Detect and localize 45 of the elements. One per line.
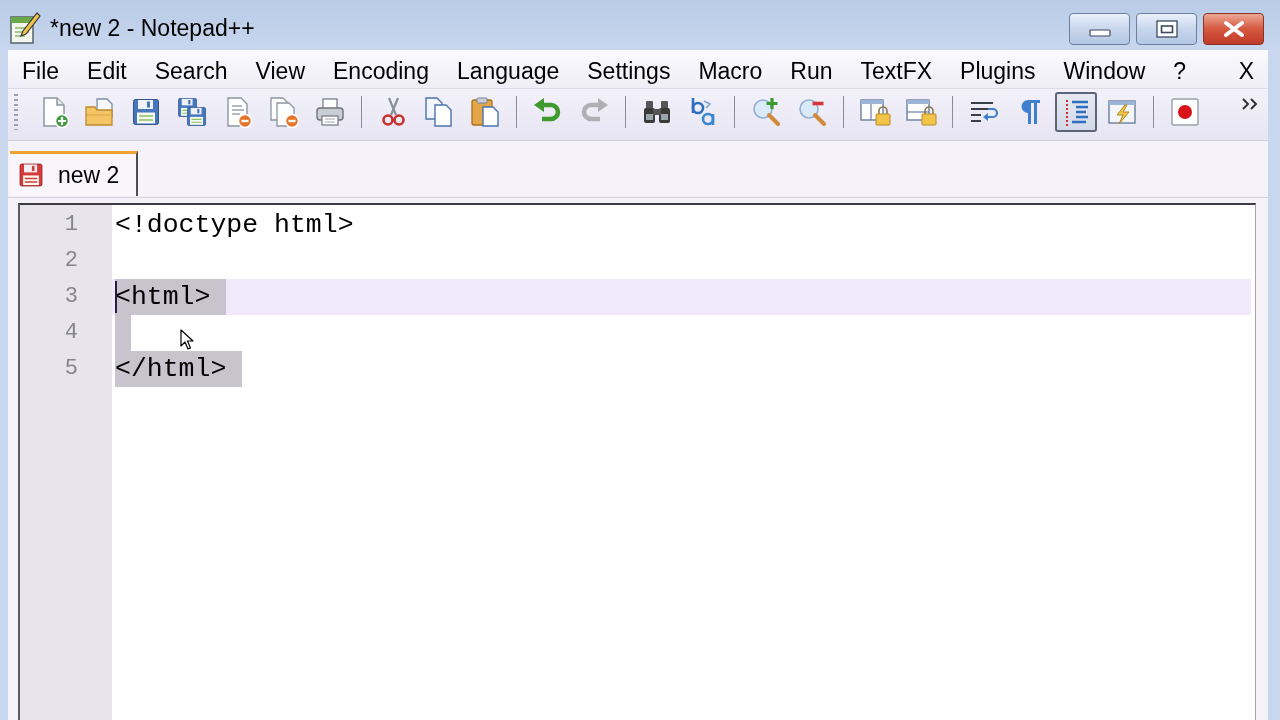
window-title: *new 2 - Notepad++ [50,14,255,42]
close-icon [1222,20,1245,38]
text-cursor-icon [115,281,117,313]
line-number: 4 [63,319,79,347]
menu-item[interactable]: Search [140,56,242,86]
code-text: </html> [115,351,243,387]
line-number: 2 [63,247,79,275]
mouse-pointer-icon [180,329,195,350]
maximize-icon [1155,20,1178,38]
menu-item[interactable]: TextFX [846,56,947,86]
line-number: 1 [63,211,79,239]
menu-item[interactable]: Macro [684,56,777,86]
text-editor[interactable]: 1 2 3 4 5 <!doctype html> <html> </html> [18,203,1256,720]
floppy-disks-icon [176,95,208,128]
close-button[interactable] [1203,13,1264,45]
zoom-in-icon [750,95,782,128]
menu-item[interactable]: File [8,56,74,86]
menu-item[interactable]: Edit [73,56,141,86]
record-icon [1169,95,1201,128]
menu-item[interactable]: Plugins [946,56,1050,86]
toolbar-button[interactable] [1055,91,1097,132]
minimize-button[interactable] [1069,13,1130,45]
menu-item[interactable]: Window [1049,56,1160,86]
menu-item[interactable]: Encoding [319,56,443,86]
code-text: <!doctype html> [115,209,354,242]
menu-item[interactable]: View [241,56,319,86]
code-text: <html> [115,279,227,315]
minimize-icon [1088,29,1111,37]
line-number: 3 [63,283,79,311]
clipboard-icon [469,95,501,128]
menu-item[interactable]: ? [1159,56,1201,86]
close-document-item[interactable]: X [1224,56,1268,86]
menu-item[interactable]: Language [442,56,574,86]
pages-minus-icon [268,95,300,128]
menu-item[interactable]: Run [776,56,847,86]
maximize-button[interactable] [1136,13,1197,45]
menu-item[interactable]: Settings [573,56,685,86]
folder-icon [84,95,116,128]
document-tab[interactable]: new 2 [10,151,138,196]
pages-icon [423,95,455,128]
grip-handle[interactable] [14,93,18,130]
line-number: 5 [63,355,79,383]
notepad-icon [8,11,42,45]
printer-icon [314,95,346,128]
overflow-chevron-icon[interactable] [1241,97,1258,111]
